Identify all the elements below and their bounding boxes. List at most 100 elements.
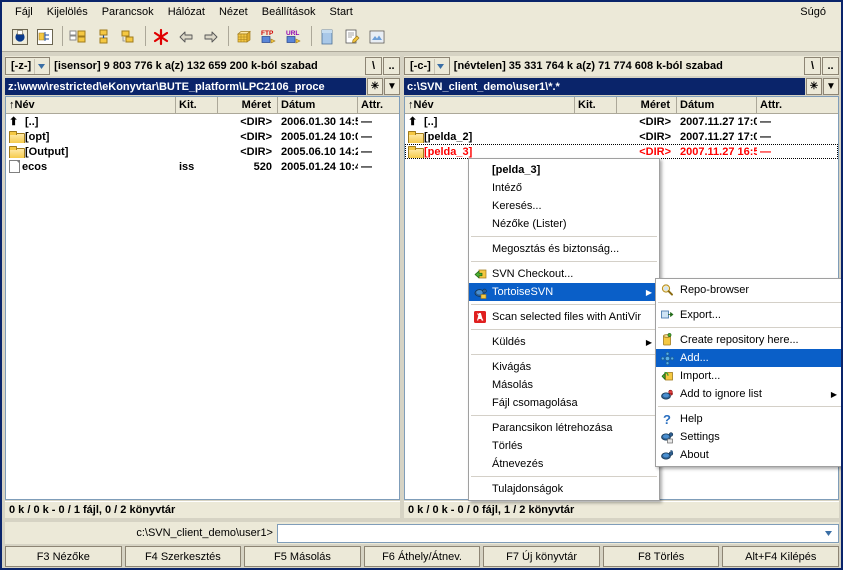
f3-view-button[interactable]: F3 Nézőke — [5, 546, 122, 567]
sync-dirs-icon[interactable] — [91, 25, 115, 49]
submenu-item-add-to-ignore-list[interactable]: Add to ignore list ▶ — [656, 385, 841, 403]
forward-arrow-icon[interactable] — [199, 25, 223, 49]
menu-item-kijeloles[interactable]: Kijelölés — [40, 4, 95, 20]
submenu-item-settings[interactable]: Settings — [656, 428, 841, 446]
tortoise-icon — [469, 284, 491, 300]
context-menu-item-label: Átnevezés — [492, 458, 544, 470]
column-header-name[interactable]: ↑Név — [6, 97, 176, 113]
context-menu-item-cut[interactable]: Kivágás — [469, 358, 659, 376]
context-menu-item-sharing[interactable]: Megosztás és biztonság... — [469, 240, 659, 258]
left-path-star-button[interactable]: ✳ — [367, 78, 383, 95]
clipboard-icon[interactable] — [315, 25, 339, 49]
context-menu-item-properties[interactable]: Tulajdonságok — [469, 480, 659, 498]
pack-dirs-icon[interactable] — [116, 25, 140, 49]
blank-icon-slot — [469, 438, 491, 454]
submenu-item-create-repository[interactable]: Create repository here... — [656, 331, 841, 349]
network-icon[interactable] — [232, 25, 256, 49]
left-drive-select[interactable]: [-z-] — [5, 57, 51, 75]
context-menu-item-pack[interactable]: Fájl csomagolása — [469, 394, 659, 412]
command-line-input[interactable] — [277, 523, 839, 543]
submenu-item-add[interactable]: Add... — [656, 349, 841, 367]
table-row[interactable]: [Output] <DIR> 2005.06.10 14:21 — — [6, 144, 399, 159]
submenu-item-label: Settings — [680, 431, 720, 443]
column-header-ext[interactable]: Kit. — [575, 97, 617, 113]
chevron-down-icon[interactable] — [34, 58, 48, 74]
context-menu-item-tortoisesvn[interactable]: TortoiseSVN ▶ — [469, 283, 659, 301]
right-path-star-button[interactable]: ✳ — [806, 78, 822, 95]
context-menu-item-open[interactable]: [pelda_3] — [469, 161, 659, 179]
edit-icon[interactable] — [340, 25, 364, 49]
table-row[interactable]: ⬆ [..] <DIR> 2006.01.30 14:57 — — [6, 114, 399, 129]
submenu-item-about[interactable]: About — [656, 446, 841, 464]
left-root-button[interactable]: \ — [365, 57, 382, 75]
column-header-size[interactable]: Méret — [617, 97, 677, 113]
table-row[interactable]: [pelda_2] <DIR> 2007.11.27 17:00 — — [405, 129, 838, 144]
column-header-name[interactable]: ↑Név — [405, 97, 575, 113]
left-updir-button[interactable]: .. — [383, 57, 400, 75]
ignore-icon — [656, 386, 678, 402]
column-header-size[interactable]: Méret — [218, 97, 278, 113]
f7-newdir-button[interactable]: F7 Új könyvtár — [483, 546, 600, 567]
context-menu-item-rename[interactable]: Átnevezés — [469, 455, 659, 473]
context-menu-item-copy[interactable]: Másolás — [469, 376, 659, 394]
chevron-down-icon[interactable] — [821, 525, 836, 542]
left-path-history-button[interactable]: ▼ — [384, 78, 400, 95]
submenu-item-repo-browser[interactable]: Repo-browser — [656, 281, 841, 299]
column-header-ext[interactable]: Kit. — [176, 97, 218, 113]
submenu-item-import[interactable]: Import... — [656, 367, 841, 385]
left-path-text[interactable]: z:\www\restricted\eKonyvtar\BUTE_platfor… — [5, 78, 366, 95]
svg-text:?: ? — [663, 412, 671, 426]
table-row[interactable]: [pelda_3] <DIR> 2007.11.27 16:55 — — [405, 144, 838, 159]
submenu-item-help[interactable]: ? Help — [656, 410, 841, 428]
context-menu-item-delete[interactable]: Törlés — [469, 437, 659, 455]
left-file-panel[interactable]: ↑Név Kit. Méret Dátum Attr. ⬆ [..] <DIR>… — [5, 96, 400, 500]
altf4-exit-button[interactable]: Alt+F4 Kilépés — [722, 546, 840, 567]
right-panel-status: 0 k / 0 k - 0 / 0 fájl, 1 / 2 könyvtár — [404, 501, 839, 518]
right-path-text[interactable]: c:\SVN_client_demo\user1\*.* — [404, 78, 805, 95]
table-row[interactable]: [opt] <DIR> 2005.01.24 10:03 — — [6, 129, 399, 144]
back-arrow-icon[interactable] — [174, 25, 198, 49]
context-menu-item-sendto[interactable]: Küldés ▶ — [469, 333, 659, 351]
f8-delete-button[interactable]: F8 Törlés — [602, 546, 720, 567]
column-header-date[interactable]: Dátum — [278, 97, 358, 113]
menu-item-nezet[interactable]: Nézet — [212, 4, 255, 20]
menu-item-sugo[interactable]: Súgó — [793, 4, 833, 20]
context-menu-item-explorer[interactable]: Intéző — [469, 179, 659, 197]
submenu-separator — [658, 327, 841, 328]
folder-tree-icon[interactable] — [33, 25, 57, 49]
menu-item-parancsok[interactable]: Parancsok — [95, 4, 161, 20]
context-menu-item-lister[interactable]: Nézőke (Lister) — [469, 215, 659, 233]
right-root-button[interactable]: \ — [804, 57, 821, 75]
file-name-cell: [opt] — [6, 130, 176, 143]
menu-item-beallitasok[interactable]: Beállítások — [255, 4, 323, 20]
ftp-connect-icon[interactable]: FTP — [257, 25, 281, 49]
menu-item-halozat[interactable]: Hálózat — [161, 4, 212, 20]
right-updir-button[interactable]: .. — [822, 57, 839, 75]
column-header-attr[interactable]: Attr. — [757, 97, 838, 113]
viewer-icon[interactable] — [365, 25, 389, 49]
chevron-down-icon[interactable] — [433, 58, 447, 74]
menu-item-fajl[interactable]: Fájl — [8, 4, 40, 20]
column-header-attr[interactable]: Attr. — [358, 97, 399, 113]
f4-edit-button[interactable]: F4 Szerkesztés — [124, 546, 242, 567]
context-menu-item-svn-checkout[interactable]: SVN Checkout... — [469, 265, 659, 283]
context-menu-item-search[interactable]: Keresés... — [469, 197, 659, 215]
submenu-item-export[interactable]: Export... — [656, 306, 841, 324]
f5-copy-button[interactable]: F5 Másolás — [244, 546, 361, 567]
column-header-date[interactable]: Dátum — [677, 97, 757, 113]
menu-item-start[interactable]: Start — [323, 4, 360, 20]
blank-icon-slot — [469, 180, 491, 196]
refresh-star-icon[interactable] — [149, 25, 173, 49]
save-settings-icon[interactable] — [8, 25, 32, 49]
context-menu-item-label: [pelda_3] — [492, 164, 541, 176]
table-row[interactable]: ⬆ [..] <DIR> 2007.11.27 17:00 — — [405, 114, 838, 129]
url-connect-icon[interactable]: URL — [282, 25, 306, 49]
blank-icon-slot — [469, 216, 491, 232]
table-row[interactable]: ecos iss 520 2005.01.24 10:43 — — [6, 159, 399, 174]
context-menu-item-create-shortcut[interactable]: Parancsikon létrehozása — [469, 419, 659, 437]
context-menu-item-antivir-scan[interactable]: Scan selected files with AntiVir — [469, 308, 659, 326]
f6-move-button[interactable]: F6 Áthely/Átnev. — [363, 546, 481, 567]
compare-dirs-icon[interactable] — [66, 25, 90, 49]
right-drive-select[interactable]: [-c-] — [404, 57, 450, 75]
right-path-history-button[interactable]: ▼ — [823, 78, 839, 95]
